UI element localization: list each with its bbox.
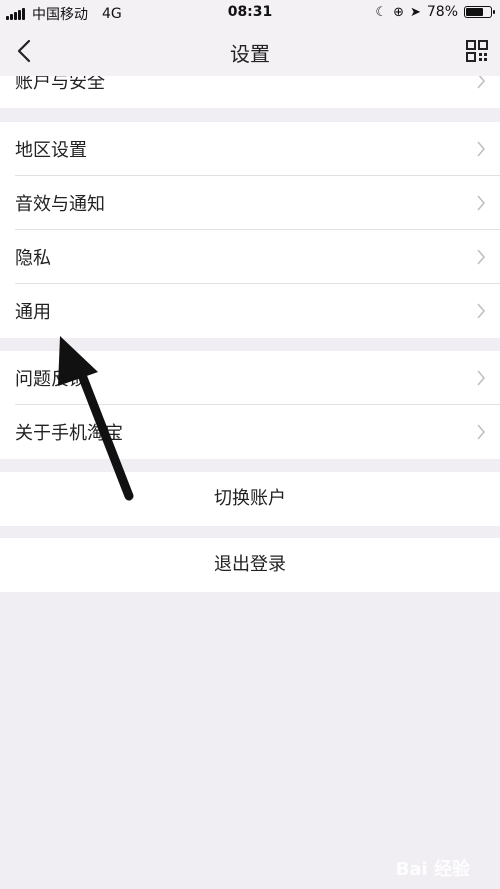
settings-group-general: 地区设置 音效与通知 隐私 通用 — [0, 122, 500, 338]
chevron-right-icon — [477, 141, 486, 157]
watermark: Bai 经验 — [395, 859, 470, 880]
chevron-right-icon — [477, 424, 486, 440]
status-right: ☾ ⊕ ➤ 78% — [369, 4, 495, 20]
row-label: 问题反馈 — [15, 369, 87, 390]
logout-button[interactable]: 退出登录 — [0, 538, 500, 592]
battery-percent: 78% — [426, 4, 458, 20]
status-bar: 中国移动 4G 08:31 ☾ ⊕ ➤ 78% — [0, 0, 500, 26]
qr-code-icon[interactable] — [466, 40, 488, 62]
chevron-right-icon — [477, 195, 486, 211]
settings-group-about: 问题反馈 关于手机淘宝 — [0, 351, 500, 459]
row-label: 隐私 — [15, 248, 51, 269]
battery-icon — [464, 6, 495, 18]
orientation-lock-icon: ⊕ — [393, 4, 404, 20]
settings-row-sound-notifications[interactable]: 音效与通知 — [0, 176, 500, 230]
moon-icon: ☾ — [375, 4, 388, 20]
battery-fill — [466, 8, 483, 16]
settings-row-general[interactable]: 通用 — [0, 284, 500, 338]
settings-row-feedback[interactable]: 问题反馈 — [0, 351, 500, 405]
chevron-right-icon — [477, 303, 486, 319]
row-label: 地区设置 — [15, 140, 87, 161]
settings-row-about[interactable]: 关于手机淘宝 — [0, 405, 500, 459]
navigation-bar: 设置 — [0, 26, 500, 76]
page-title: 设置 — [230, 42, 270, 66]
row-label: 通用 — [15, 302, 51, 323]
chevron-right-icon — [477, 370, 486, 386]
location-icon: ➤ — [409, 4, 421, 20]
back-icon[interactable] — [10, 36, 40, 66]
settings-row-region[interactable]: 地区设置 — [0, 122, 500, 176]
settings-row-privacy[interactable]: 隐私 — [0, 230, 500, 284]
chevron-right-icon — [477, 249, 486, 265]
row-label: 音效与通知 — [15, 194, 105, 215]
switch-account-button[interactable]: 切换账户 — [0, 472, 500, 526]
row-label: 关于手机淘宝 — [15, 423, 123, 444]
